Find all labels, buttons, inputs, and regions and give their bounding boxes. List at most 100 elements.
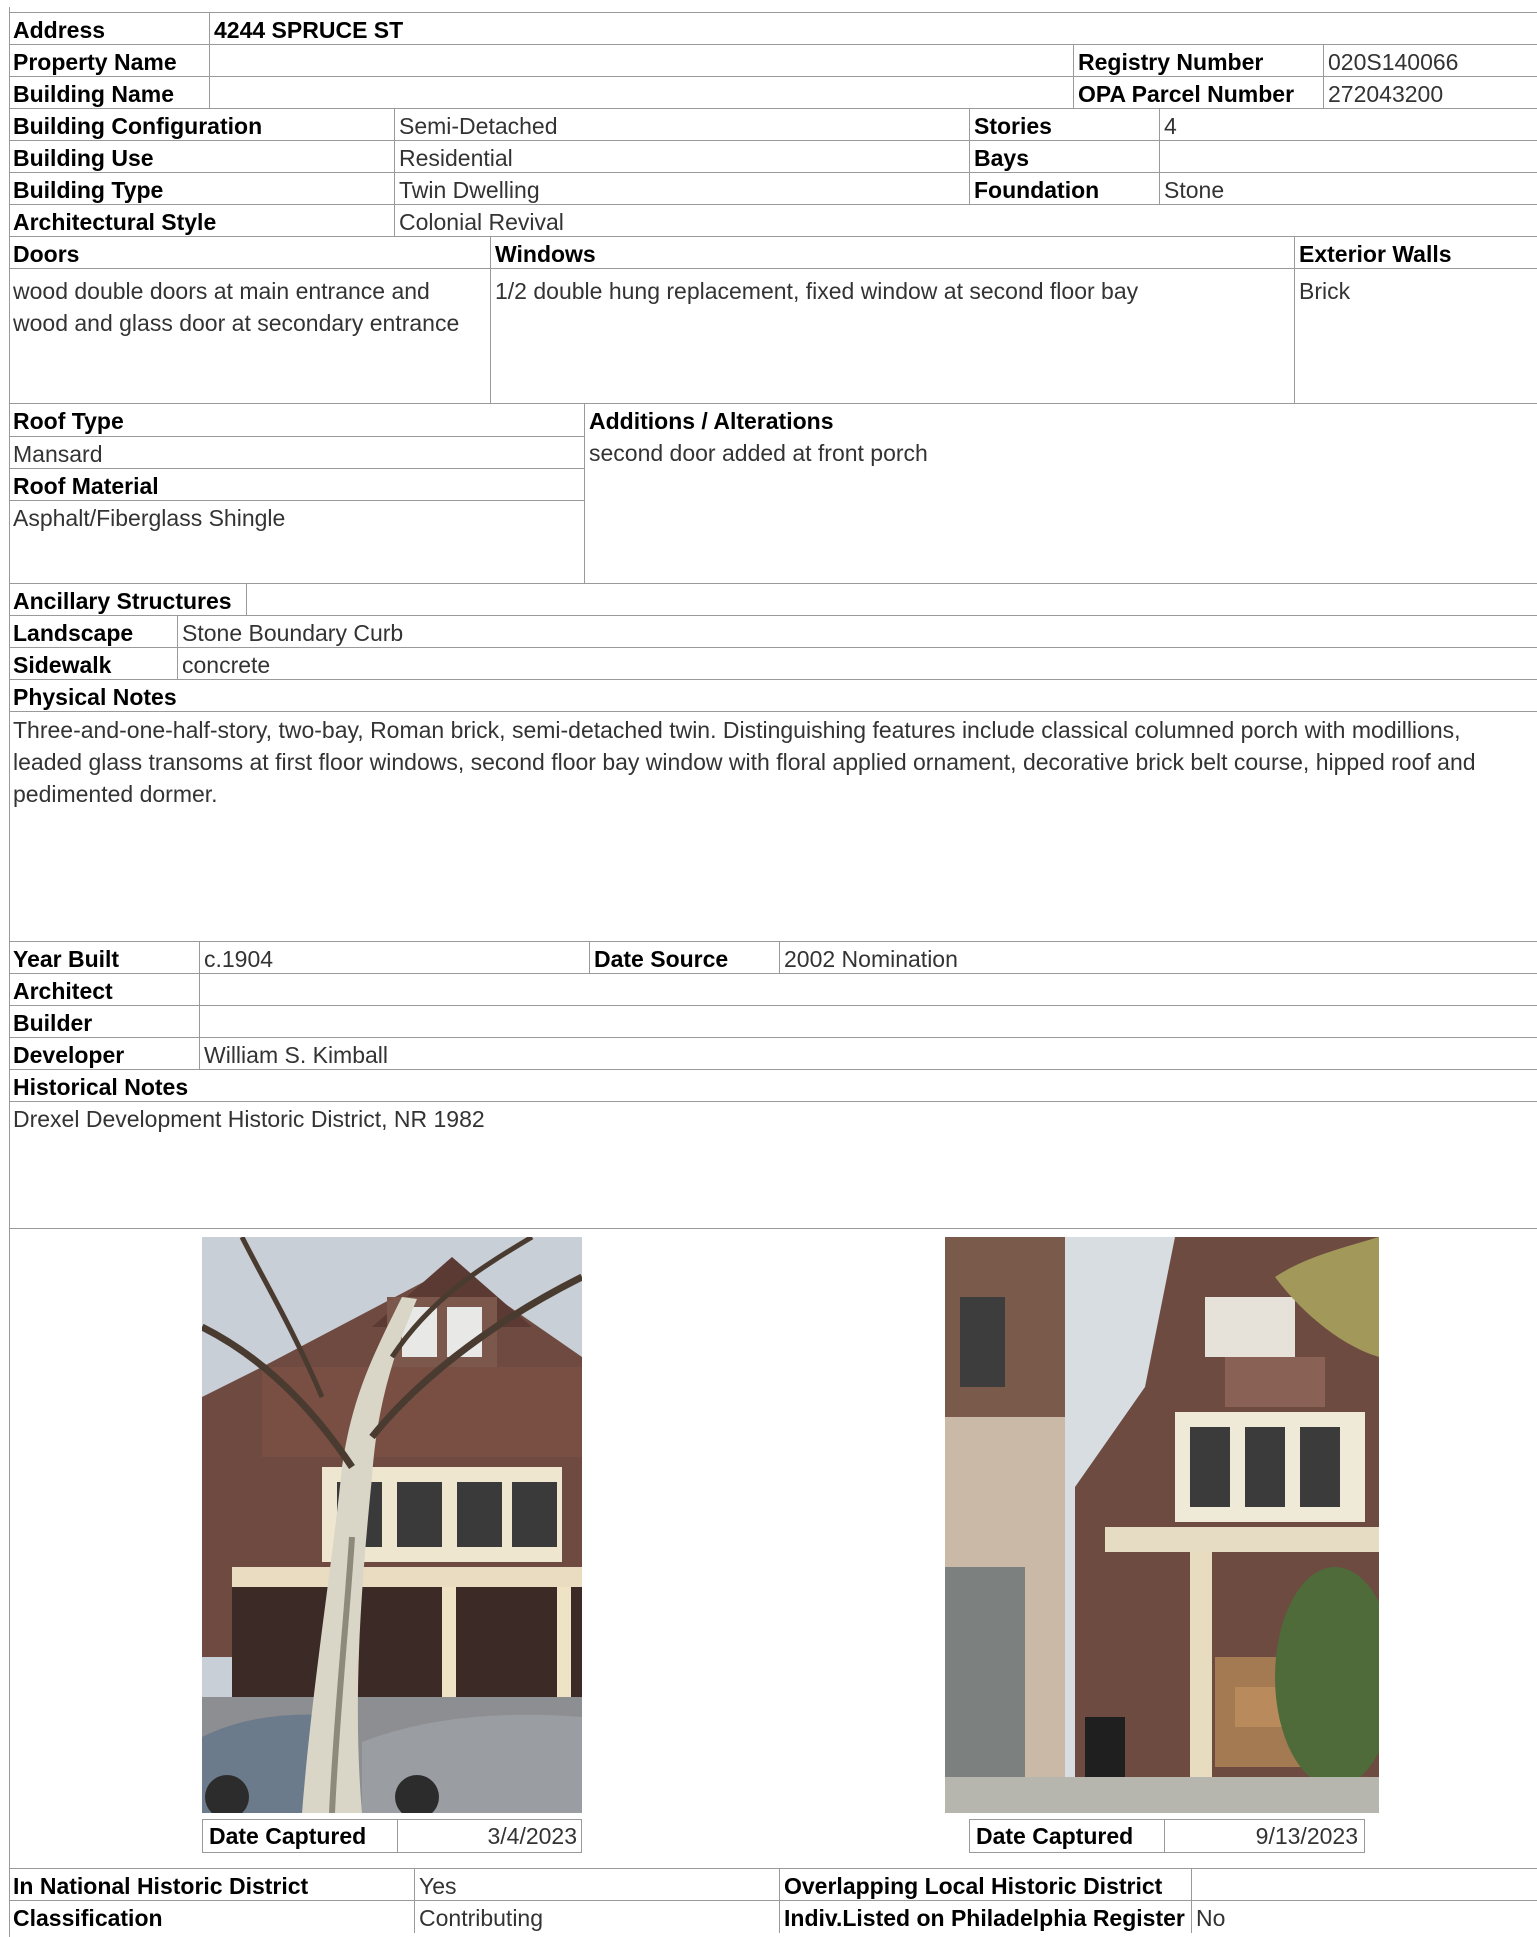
ancillary-structures-value	[247, 584, 647, 616]
row-address: Address 4244 SPRUCE ST	[9, 12, 1537, 45]
sidewalk-value: concrete	[177, 648, 1537, 680]
classification-label: Classification	[13, 1905, 163, 1931]
exterior-walls-label: Exterior Walls	[1294, 237, 1537, 269]
registry-number-label: Registry Number	[1073, 45, 1333, 77]
foundation-label: Foundation	[969, 173, 1159, 205]
property-name-label: Property Name	[13, 49, 177, 75]
doors-label: Doors	[13, 241, 80, 267]
photo-2-date: 9/13/2023	[1255, 1823, 1358, 1849]
roof-block: Roof Type Mansard Roof Material Asphalt/…	[9, 404, 584, 584]
photo-2-caption: Date Captured 9/13/2023	[969, 1819, 1365, 1853]
photo-1-date: 3/4/2023	[487, 1823, 577, 1849]
developer-value: William S. Kimball	[199, 1038, 1537, 1070]
bays-label: Bays	[969, 141, 1159, 173]
national-district-value: Yes	[414, 1869, 779, 1901]
photo-2-caption-label: Date Captured	[976, 1823, 1134, 1849]
row-architect: Architect	[9, 973, 1537, 1006]
windows-label: Windows	[490, 237, 1294, 269]
row-building-name: Building Name OPA Parcel Number 27204320…	[9, 76, 1537, 109]
foundation-value: Stone	[1159, 173, 1537, 205]
sidewalk-label: Sidewalk	[13, 652, 112, 678]
architectural-style-label: Architectural Style	[13, 209, 217, 235]
row-physical-notes: Three-and-one-half-story, two-bay, Roman…	[9, 711, 1537, 942]
opa-parcel-label: OPA Parcel Number	[1073, 77, 1333, 109]
photo-1-caption-label: Date Captured	[209, 1823, 367, 1849]
roof-type-value: Mansard	[9, 436, 584, 468]
architect-value	[199, 974, 1537, 1006]
row-ancillary: Ancillary Structures	[9, 583, 1537, 616]
overlapping-local-value	[1191, 1869, 1537, 1901]
row-building-type: Building Type Twin Dwelling Foundation S…	[9, 172, 1537, 205]
registry-number-value: 020S140066	[1323, 45, 1537, 77]
architect-label: Architect	[13, 978, 113, 1004]
exterior-walls-value: Brick	[1294, 269, 1537, 404]
stories-value: 4	[1159, 109, 1537, 141]
ancillary-structures-label: Ancillary Structures	[9, 584, 247, 616]
row-building-configuration: Building Configuration Semi-Detached Sto…	[9, 108, 1537, 141]
photo-2-caption-divider	[1164, 1820, 1165, 1852]
photo-1-caption-divider	[397, 1820, 398, 1852]
indiv-listed-value: No	[1191, 1901, 1537, 1933]
building-type-value: Twin Dwelling	[394, 173, 969, 205]
national-district-label: In National Historic District	[13, 1873, 309, 1899]
row-landscape: Landscape Stone Boundary Curb	[9, 615, 1537, 648]
date-source-label: Date Source	[589, 942, 779, 974]
classification-value: Contributing	[414, 1901, 779, 1933]
roof-type-label: Roof Type	[13, 408, 124, 434]
roof-material-value: Asphalt/Fiberglass Shingle	[9, 500, 584, 584]
indiv-listed-label: Indiv.Listed on Philadelphia Register	[779, 1901, 1199, 1933]
row-historical-notes: Drexel Development Historic District, NR…	[9, 1101, 1537, 1229]
row-building-use: Building Use Residential Bays	[9, 140, 1537, 173]
building-configuration-label: Building Configuration	[13, 113, 263, 139]
developer-label: Developer	[13, 1042, 125, 1068]
row-classification: Classification Contributing Indiv.Listed…	[9, 1900, 1537, 1933]
architectural-style-value: Colonial Revival	[394, 205, 1537, 237]
row-builder: Builder	[9, 1005, 1537, 1038]
historical-notes-value: Drexel Development Historic District, NR…	[13, 1106, 485, 1132]
row-doors-values: wood double doors at main entrance and w…	[9, 268, 1537, 404]
property-name-value	[209, 45, 1073, 77]
row-doors-header: Doors Windows Exterior Walls	[9, 236, 1537, 269]
physical-notes-value: Three-and-one-half-story, two-bay, Roman…	[13, 717, 1476, 807]
roof-material-label: Roof Material	[9, 468, 584, 500]
building-photo-2	[945, 1237, 1379, 1813]
year-built-label: Year Built	[13, 946, 120, 972]
landscape-label: Landscape	[13, 620, 134, 646]
building-name-value	[209, 77, 1073, 109]
photo-1-caption: Date Captured 3/4/2023	[202, 1819, 582, 1853]
additions-label: Additions / Alterations	[584, 404, 1537, 436]
building-use-value: Residential	[394, 141, 969, 173]
physical-notes-label: Physical Notes	[13, 684, 177, 710]
bays-value	[1159, 141, 1537, 173]
date-source-value: 2002 Nomination	[779, 942, 1537, 974]
photo-section: Date Captured 3/4/2023 Date Captured 9/1…	[9, 1228, 1537, 1869]
address-value: 4244 SPRUCE ST	[209, 13, 809, 45]
landscape-value: Stone Boundary Curb	[177, 616, 1537, 648]
address-label: Address	[13, 17, 106, 43]
building-configuration-value: Semi-Detached	[394, 109, 969, 141]
building-type-label: Building Type	[13, 177, 164, 203]
historical-notes-label: Historical Notes	[13, 1074, 189, 1100]
row-property-name: Property Name Registry Number 020S140066	[9, 44, 1537, 77]
row-developer: Developer William S. Kimball	[9, 1037, 1537, 1070]
builder-value	[199, 1006, 1537, 1038]
stories-label: Stories	[969, 109, 1159, 141]
row-architectural-style: Architectural Style Colonial Revival	[9, 204, 1537, 237]
row-year-built: Year Built c.1904 Date Source 2002 Nomin…	[9, 941, 1537, 974]
year-built-value: c.1904	[199, 942, 589, 974]
building-name-label: Building Name	[13, 81, 175, 107]
doors-value: wood double doors at main entrance and w…	[13, 278, 460, 336]
row-physical-notes-label: Physical Notes	[9, 679, 1537, 712]
row-historical-notes-label: Historical Notes	[9, 1069, 1537, 1102]
opa-parcel-value: 272043200	[1323, 77, 1537, 109]
building-photo-1	[202, 1237, 582, 1813]
windows-value: 1/2 double hung replacement, fixed windo…	[490, 269, 1294, 404]
builder-label: Builder	[13, 1010, 93, 1036]
row-sidewalk: Sidewalk concrete	[9, 647, 1537, 680]
row-national-district: In National Historic District Yes Overla…	[9, 1868, 1537, 1901]
building-use-label: Building Use	[13, 145, 154, 171]
overlapping-local-label: Overlapping Local Historic District	[779, 1869, 1199, 1901]
property-record-sheet: Address 4244 SPRUCE ST Property Name Reg…	[9, 7, 1537, 1937]
additions-value: second door added at front porch	[584, 436, 1537, 584]
row-roof: Roof Type Mansard Roof Material Asphalt/…	[9, 403, 1537, 584]
